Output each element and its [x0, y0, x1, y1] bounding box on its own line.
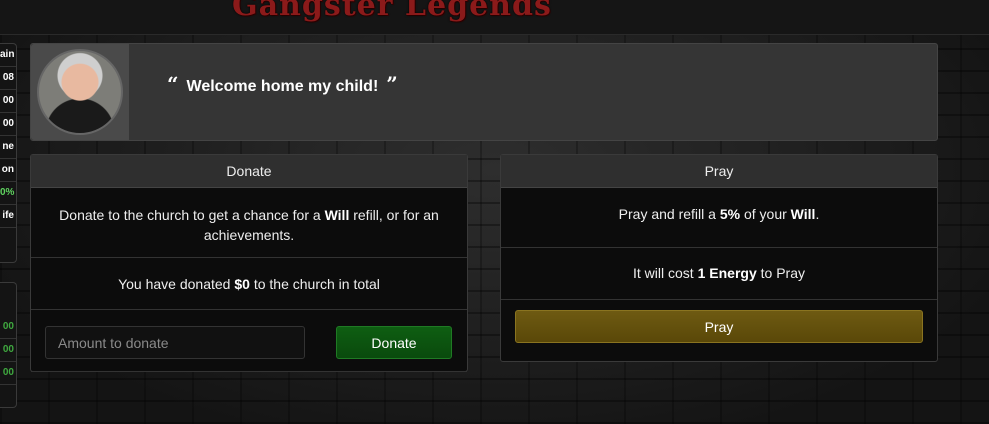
- left-sidebar-money: 00 00 00: [0, 282, 17, 408]
- pray-button[interactable]: Pray: [515, 310, 923, 343]
- donate-form: Donate: [31, 310, 467, 372]
- sidebar-money: 00: [0, 362, 16, 385]
- open-quote-mark: “: [167, 72, 179, 96]
- donate-panel: Donate Donate to the church to get a cha…: [30, 154, 468, 372]
- priest-welcome-box: “ Welcome home my child! ”: [30, 43, 938, 141]
- sidebar-stat: 00: [0, 90, 16, 113]
- donate-panel-title: Donate: [31, 155, 467, 188]
- sidebar-stat: 00: [0, 113, 16, 136]
- sidebar-money: 00: [0, 339, 16, 362]
- top-bar: Gangster Legends: [0, 0, 989, 35]
- sidebar-stat: ain: [0, 44, 16, 67]
- close-quote-mark: ”: [386, 72, 398, 96]
- welcome-quote: “ Welcome home my child! ”: [159, 72, 406, 102]
- sidebar-stat: ife: [0, 205, 16, 228]
- donation-total-amount: $0: [234, 276, 250, 292]
- welcome-message: Welcome home my child!: [186, 78, 379, 95]
- pray-panel: Pray Pray and refill a 5% of your Will. …: [500, 154, 938, 362]
- sidebar-stat: ne: [0, 136, 16, 159]
- sidebar-money: 00: [0, 316, 16, 339]
- priest-avatar: [37, 49, 123, 135]
- sidebar-stat: 08: [0, 67, 16, 90]
- pray-panel-title: Pray: [501, 155, 937, 188]
- site-logo[interactable]: Gangster Legends: [232, 0, 552, 23]
- left-sidebar-stats: ain 08 00 00 ne on 0% ife: [0, 43, 17, 263]
- sidebar-stat: on: [0, 159, 16, 182]
- sidebar-stat: 0%: [0, 182, 16, 205]
- donation-total: You have donated $0 to the church in tot…: [31, 258, 467, 310]
- pray-cost-info: It will cost 1 Energy to Pray: [501, 248, 937, 300]
- avatar-frame: [31, 44, 129, 140]
- pray-refill-info: Pray and refill a 5% of your Will.: [501, 188, 937, 248]
- donate-description: Donate to the church to get a chance for…: [31, 188, 467, 258]
- donate-amount-input[interactable]: [45, 326, 305, 359]
- donate-button[interactable]: Donate: [336, 326, 452, 359]
- pray-form: Pray: [501, 300, 937, 362]
